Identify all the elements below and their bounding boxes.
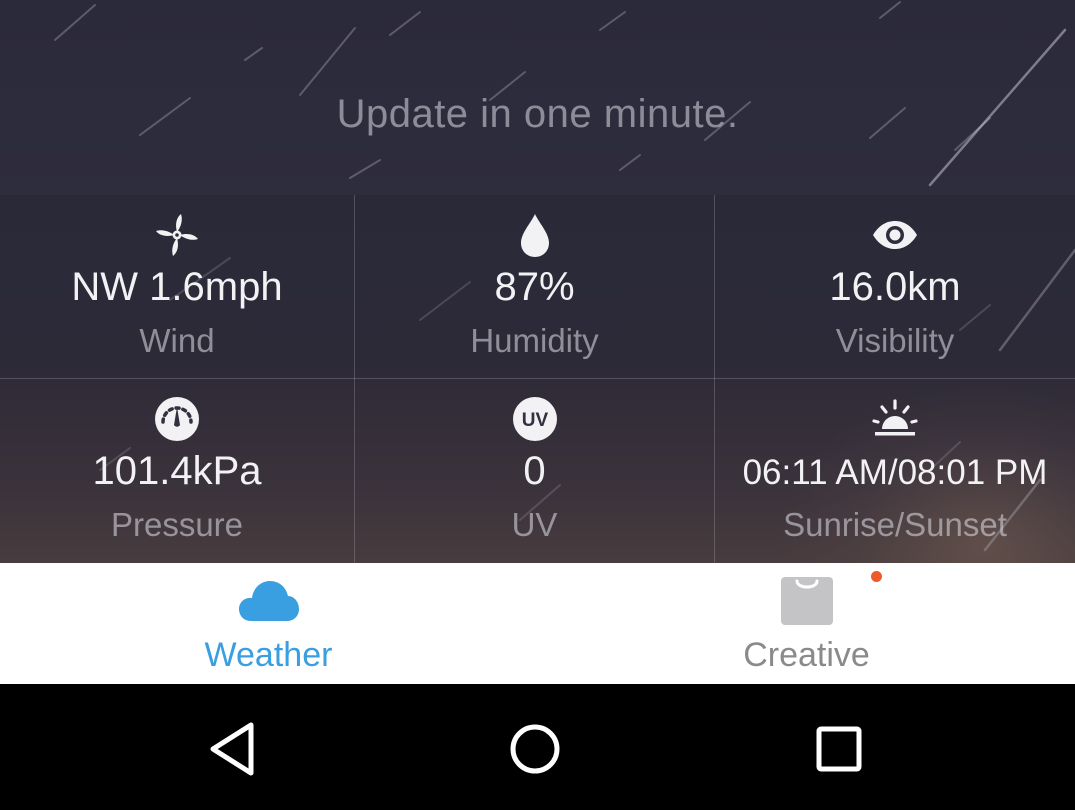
home-icon[interactable] [503,717,567,781]
detail-pressure[interactable]: 101.4kPa Pressure [0,379,354,563]
sunrise-icon [872,399,918,436]
recents-icon[interactable] [807,717,871,781]
eye-icon [873,221,917,249]
tab-weather-label: Weather [204,636,333,674]
visibility-value: 16.0km [829,265,961,309]
uv-icon-text: UV [521,410,548,431]
update-status-text: Update in one minute. [336,92,739,136]
notification-dot [871,571,882,582]
detail-visibility[interactable]: 16.0km Visibility [715,195,1075,379]
pressure-gauge-icon [155,397,199,441]
bottom-tab-bar: Weather Creative [0,563,1075,684]
tab-weather[interactable]: Weather [0,563,537,684]
pressure-label: Pressure [110,506,244,543]
back-icon[interactable] [203,717,267,781]
humidity-value: 87% [494,265,575,309]
wind-value: NW 1.6mph [71,265,283,309]
detail-humidity[interactable]: 87% Humidity [355,195,714,379]
shopping-bag-icon [780,577,833,625]
uv-icon: UV [512,397,557,441]
humidity-drop-icon [520,214,549,257]
tab-creative[interactable]: Creative [538,563,1075,684]
uv-label: UV [511,506,558,543]
sunrise-sunset-value: 06:11 AM/08:01 PM [742,453,1048,492]
wind-label: Wind [139,322,215,359]
tab-creative-label: Creative [743,636,870,674]
cloud-icon [238,581,299,621]
weather-details-grid: NW 1.6mph Wind 87% Humidity 16.0km Visib… [0,195,1075,563]
uv-value: 0 [523,449,546,493]
detail-wind[interactable]: NW 1.6mph Wind [0,195,354,379]
pressure-value: 101.4kPa [92,449,262,493]
detail-sunrise-sunset[interactable]: 06:11 AM/08:01 PM Sunrise/Sunset [715,379,1075,563]
weather-screen: Update in one minute. NW 1.6mph Wind 87%… [0,0,1075,810]
visibility-label: Visibility [835,322,955,359]
sunrise-sunset-label: Sunrise/Sunset [783,506,1007,543]
humidity-label: Humidity [470,322,599,359]
system-navigation-bar [0,684,1075,810]
detail-uv[interactable]: UV 0 UV [355,379,714,563]
wind-fan-icon [156,214,198,256]
weather-background: Update in one minute. NW 1.6mph Wind 87%… [0,0,1075,563]
